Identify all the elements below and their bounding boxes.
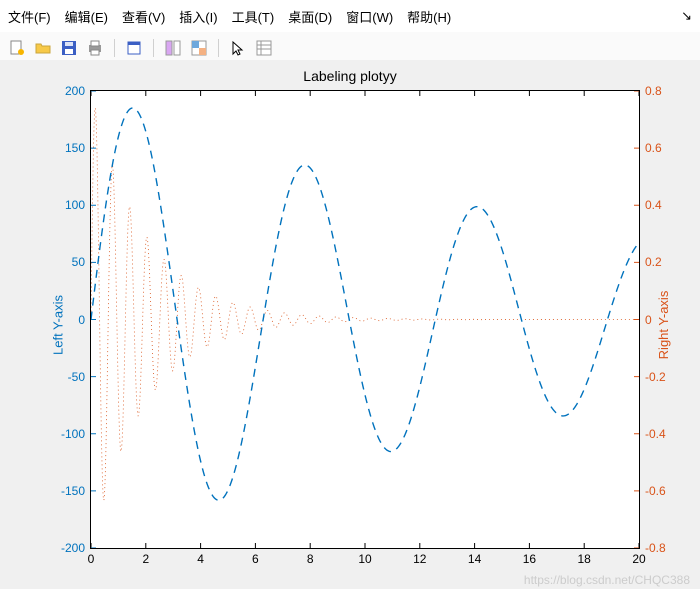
figure-canvas: Labeling plotyy Left Y-axis Right Y-axis… (0, 60, 700, 589)
ytick-left: 0 (45, 313, 91, 327)
ytick-left: -200 (45, 541, 91, 555)
print-icon (87, 40, 103, 56)
property-editor-icon (256, 40, 272, 56)
ytick-right: -0.6 (639, 484, 666, 498)
xtick: 2 (142, 548, 149, 566)
property-editor-button[interactable] (253, 37, 275, 59)
pointer-icon (230, 40, 246, 56)
watermark-text: https://blog.csdn.net/CHQC388 (524, 573, 690, 587)
xtick: 4 (197, 548, 204, 566)
data-tips-icon (191, 40, 207, 56)
series-left (91, 108, 639, 500)
xtick: 14 (468, 548, 481, 566)
menu-insert[interactable]: 插入(I) (179, 7, 217, 26)
xtick: 6 (252, 548, 259, 566)
series-right (91, 108, 639, 500)
xtick: 12 (413, 548, 426, 566)
pointer-button[interactable] (227, 37, 249, 59)
xtick: 18 (578, 548, 591, 566)
open-folder-icon (35, 40, 51, 56)
new-file-icon (9, 40, 25, 56)
print-button[interactable] (84, 37, 106, 59)
ytick-left: -50 (45, 370, 91, 384)
menu-view[interactable]: 查看(V) (122, 7, 165, 26)
ytick-right: 0.4 (639, 198, 662, 212)
xtick: 8 (307, 548, 314, 566)
copy-figure-icon (126, 40, 142, 56)
ytick-right: 0 (639, 313, 652, 327)
axes[interactable]: -200-150-100-50050100150200-0.8-0.6-0.4-… (90, 90, 640, 549)
plot-title: Labeling plotyy (0, 68, 700, 84)
xtick: 20 (632, 548, 645, 566)
link-axes-button[interactable] (162, 37, 184, 59)
ytick-right: 0.2 (639, 255, 662, 269)
restore-down-icon[interactable]: ↘ (681, 8, 692, 24)
new-file-button[interactable] (6, 37, 28, 59)
ytick-right: -0.4 (639, 427, 666, 441)
figure-window: 文件(F) 编辑(E) 查看(V) 插入(I) 工具(T) 桌面(D) 窗口(W… (0, 0, 700, 589)
save-button[interactable] (58, 37, 80, 59)
ytick-right: 0.6 (639, 141, 662, 155)
menubar: 文件(F) 编辑(E) 查看(V) 插入(I) 工具(T) 桌面(D) 窗口(W… (0, 0, 700, 32)
menu-file[interactable]: 文件(F) (8, 7, 51, 26)
plot-lines (91, 91, 639, 548)
ylabel-right: Right Y-axis (656, 290, 671, 359)
xtick: 0 (88, 548, 95, 566)
save-icon (61, 40, 77, 56)
xtick: 10 (358, 548, 371, 566)
menu-edit[interactable]: 编辑(E) (65, 7, 108, 26)
data-tips-button[interactable] (188, 37, 210, 59)
ytick-right: 0.8 (639, 84, 662, 98)
menu-tools[interactable]: 工具(T) (232, 7, 275, 26)
menu-desktop[interactable]: 桌面(D) (288, 7, 332, 26)
xtick: 16 (523, 548, 536, 566)
link-axes-icon (165, 40, 181, 56)
ytick-left: -100 (45, 427, 91, 441)
ytick-left: -150 (45, 484, 91, 498)
open-button[interactable] (32, 37, 54, 59)
copy-figure-button[interactable] (123, 37, 145, 59)
ytick-left: 50 (45, 255, 91, 269)
menu-window[interactable]: 窗口(W) (346, 7, 393, 26)
ytick-left: 100 (45, 198, 91, 212)
ytick-left: 150 (45, 141, 91, 155)
ytick-left: 200 (45, 84, 91, 98)
menu-help[interactable]: 帮助(H) (407, 7, 451, 26)
ytick-right: -0.2 (639, 370, 666, 384)
